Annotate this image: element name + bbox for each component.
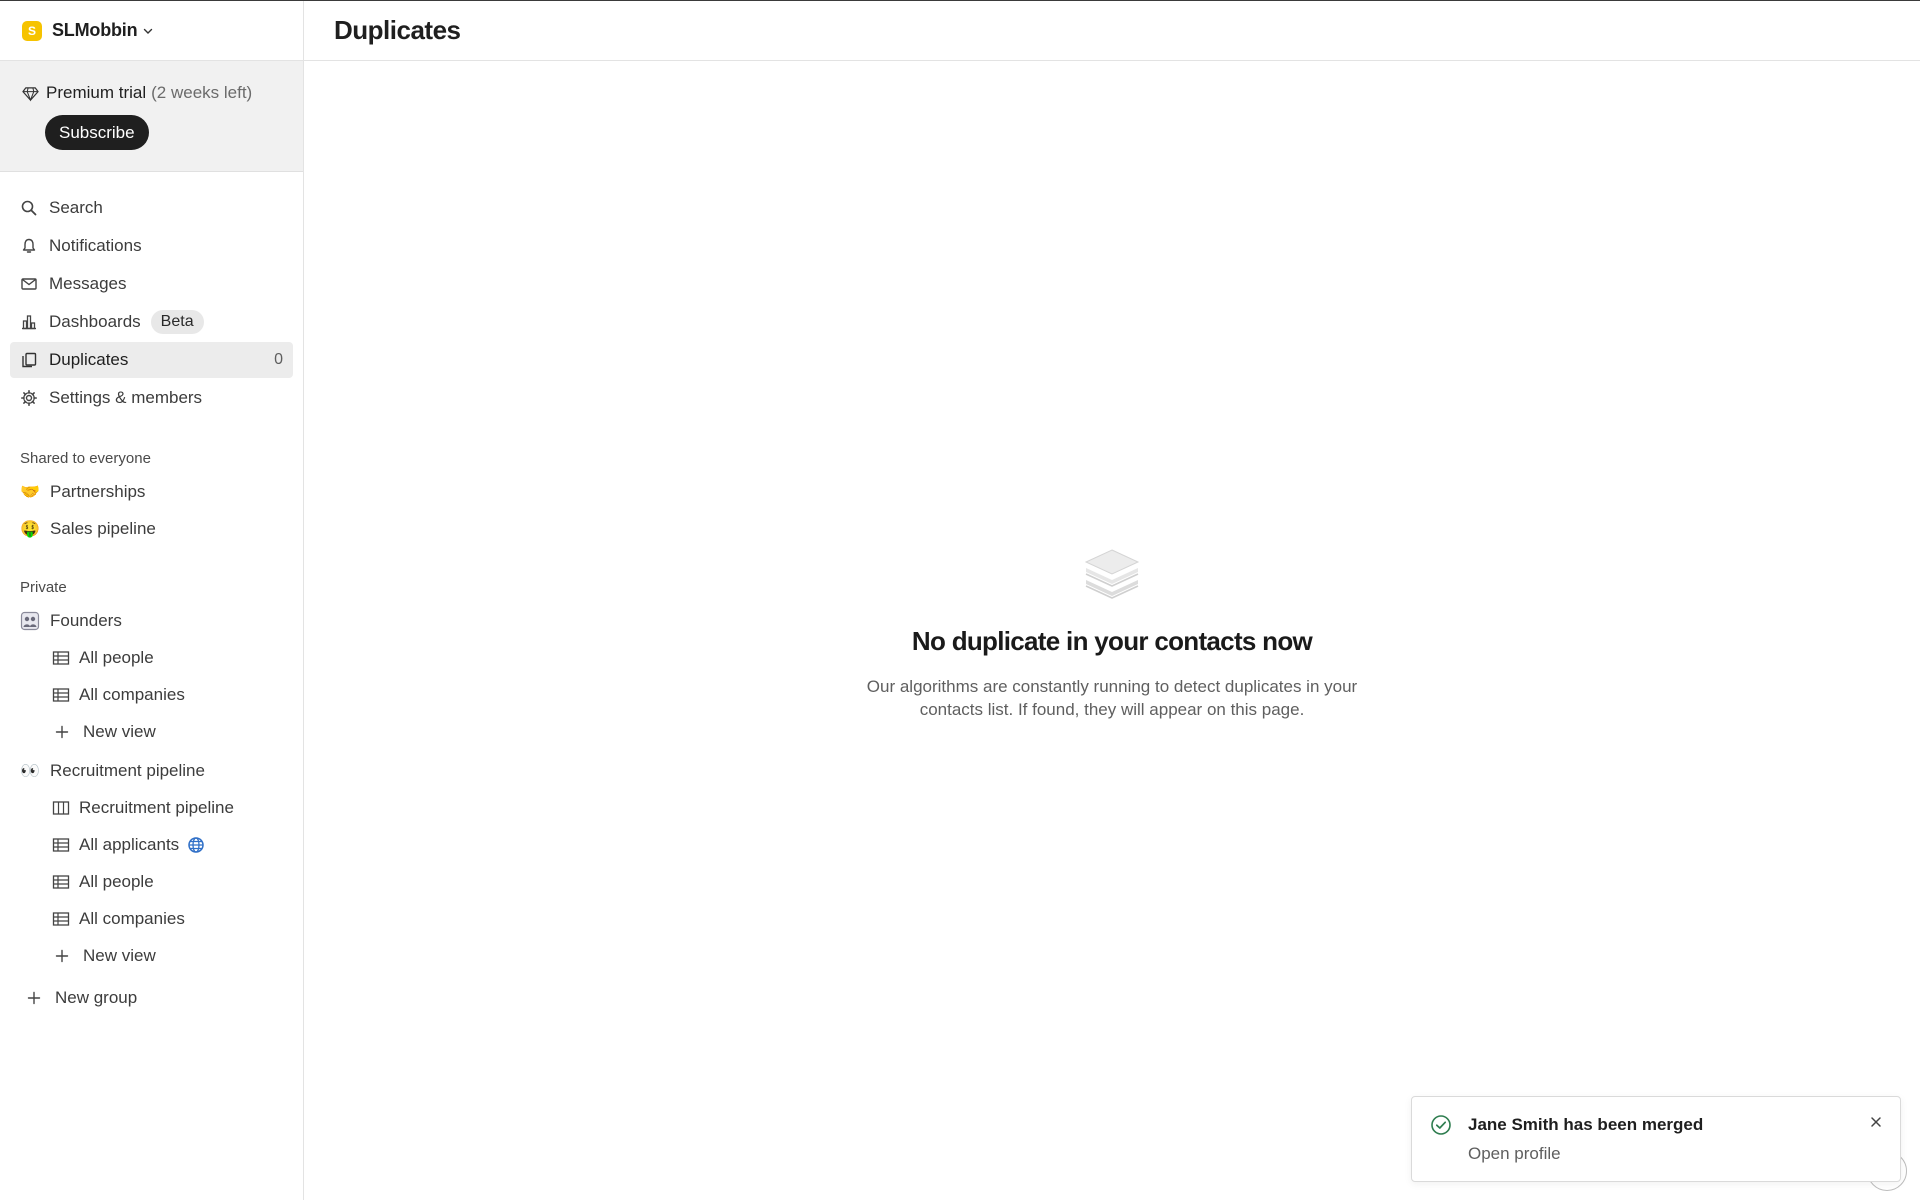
new-group-button[interactable]: New group [0,978,303,1018]
page-title: Duplicates [334,15,461,45]
handshake-icon: 🤝 [20,483,40,501]
main-content: Duplicates No duplicate in your contacts… [304,1,1920,1200]
nav-label: Dashboards [49,312,141,331]
check-circle-icon [1431,1115,1451,1135]
nav-item-duplicates[interactable]: Duplicates 0 [10,342,293,378]
layers-icon [1084,549,1140,599]
new-group-label: New group [55,988,138,1007]
view-item-all-companies[interactable]: All companies [0,900,303,937]
view-item-label: All people [79,871,154,891]
section-title-private: Private [20,579,67,596]
bell-icon [22,238,36,253]
subscribe-button[interactable]: Subscribe [45,115,149,150]
sidebar: S SLMobbin Premium trial (2 weeks left) … [0,1,304,1200]
view-item-recruitment-pipeline[interactable]: Recruitment pipeline [0,789,303,826]
open-profile-link[interactable]: Open profile [1468,1144,1561,1164]
envelope-icon [21,278,37,290]
diamond-icon [22,86,39,102]
nav-label: Settings & members [49,388,203,407]
table-icon [52,911,70,926]
view-item-label: All companies [79,908,185,928]
nav-item-notifications[interactable]: Notifications [10,228,293,264]
list-item-recruitment-pipeline[interactable]: 👀 Recruitment pipeline [0,752,303,789]
plus-icon [55,725,69,738]
trial-banner: Premium trial (2 weeks left) Subscribe [0,61,303,172]
close-icon[interactable] [1868,1114,1884,1130]
view-item-all-people[interactable]: All people [0,639,303,676]
plus-icon [27,991,41,1005]
trial-remaining: (2 weeks left) [151,83,253,102]
gear-icon [21,390,37,406]
list-item-partnerships[interactable]: 🤝 Partnerships [0,473,303,510]
table-icon [52,687,70,702]
plus-icon [55,949,69,962]
duplicates-count: 0 [274,351,283,368]
list-item-founders[interactable]: Founders [0,602,303,639]
list-item-label: Partnerships [50,481,146,501]
founders-icon [20,611,40,630]
nav-label: Messages [49,274,127,293]
money-face-icon: 🤑 [20,520,40,538]
empty-state-title: No duplicate in your contacts now [911,626,1313,656]
new-view-label: New view [83,945,156,965]
globe-icon [188,836,204,853]
nav-item-messages[interactable]: Messages [10,266,293,302]
main-nav: Search Notifications Messages Dashboards… [0,172,303,416]
nav-label: Duplicates [49,350,129,369]
nav-item-settings[interactable]: Settings & members [10,380,293,416]
view-item-label: All applicants [79,834,180,854]
view-item-label: Recruitment pipeline [79,797,234,817]
bar-chart-icon [22,315,36,330]
eyes-icon: 👀 [20,762,40,780]
view-item-label: All companies [79,684,185,704]
nav-item-search[interactable]: Search [10,190,293,226]
view-item-label: All people [79,647,154,667]
new-view-button[interactable]: New view [0,937,303,974]
table-icon [52,837,70,852]
nav-label: Notifications [49,236,142,255]
empty-state: No duplicate in your contacts now Our al… [304,546,1920,721]
view-item-all-companies[interactable]: All companies [0,676,303,713]
workspace-switcher[interactable]: S SLMobbin [0,1,303,61]
search-icon [21,200,37,216]
chevron-down-icon [144,28,153,34]
list-item-sales-pipeline[interactable]: 🤑 Sales pipeline [0,510,303,547]
workspace-logo: S [22,20,42,41]
kanban-icon [52,800,70,815]
list-item-label: Founders [50,610,122,630]
page-header: Duplicates [304,1,1920,61]
table-icon [52,874,70,889]
view-item-all-applicants[interactable]: All applicants [0,826,303,863]
list-item-label: Recruitment pipeline [50,760,205,780]
workspace-name: SLMobbin [52,20,138,40]
section-title-shared: Shared to everyone [20,450,151,467]
new-view-label: New view [83,721,156,741]
copy-icon [22,352,37,368]
trial-label: Premium trial [46,83,147,102]
table-icon [52,650,70,665]
list-item-label: Sales pipeline [50,518,156,538]
nav-item-dashboards[interactable]: Dashboards Beta [10,304,293,340]
empty-state-description: Our algorithms are constantly running to… [866,677,1358,719]
beta-badge: Beta [150,310,204,334]
view-item-all-people[interactable]: All people [0,863,303,900]
nav-label: Search [49,198,103,217]
toast-notification: Jane Smith has been merged Open profile [1411,1096,1901,1182]
toast-title: Jane Smith has been merged [1468,1115,1704,1134]
app: S SLMobbin Premium trial (2 weeks left) … [0,0,1920,1200]
new-view-button[interactable]: New view [0,713,303,750]
